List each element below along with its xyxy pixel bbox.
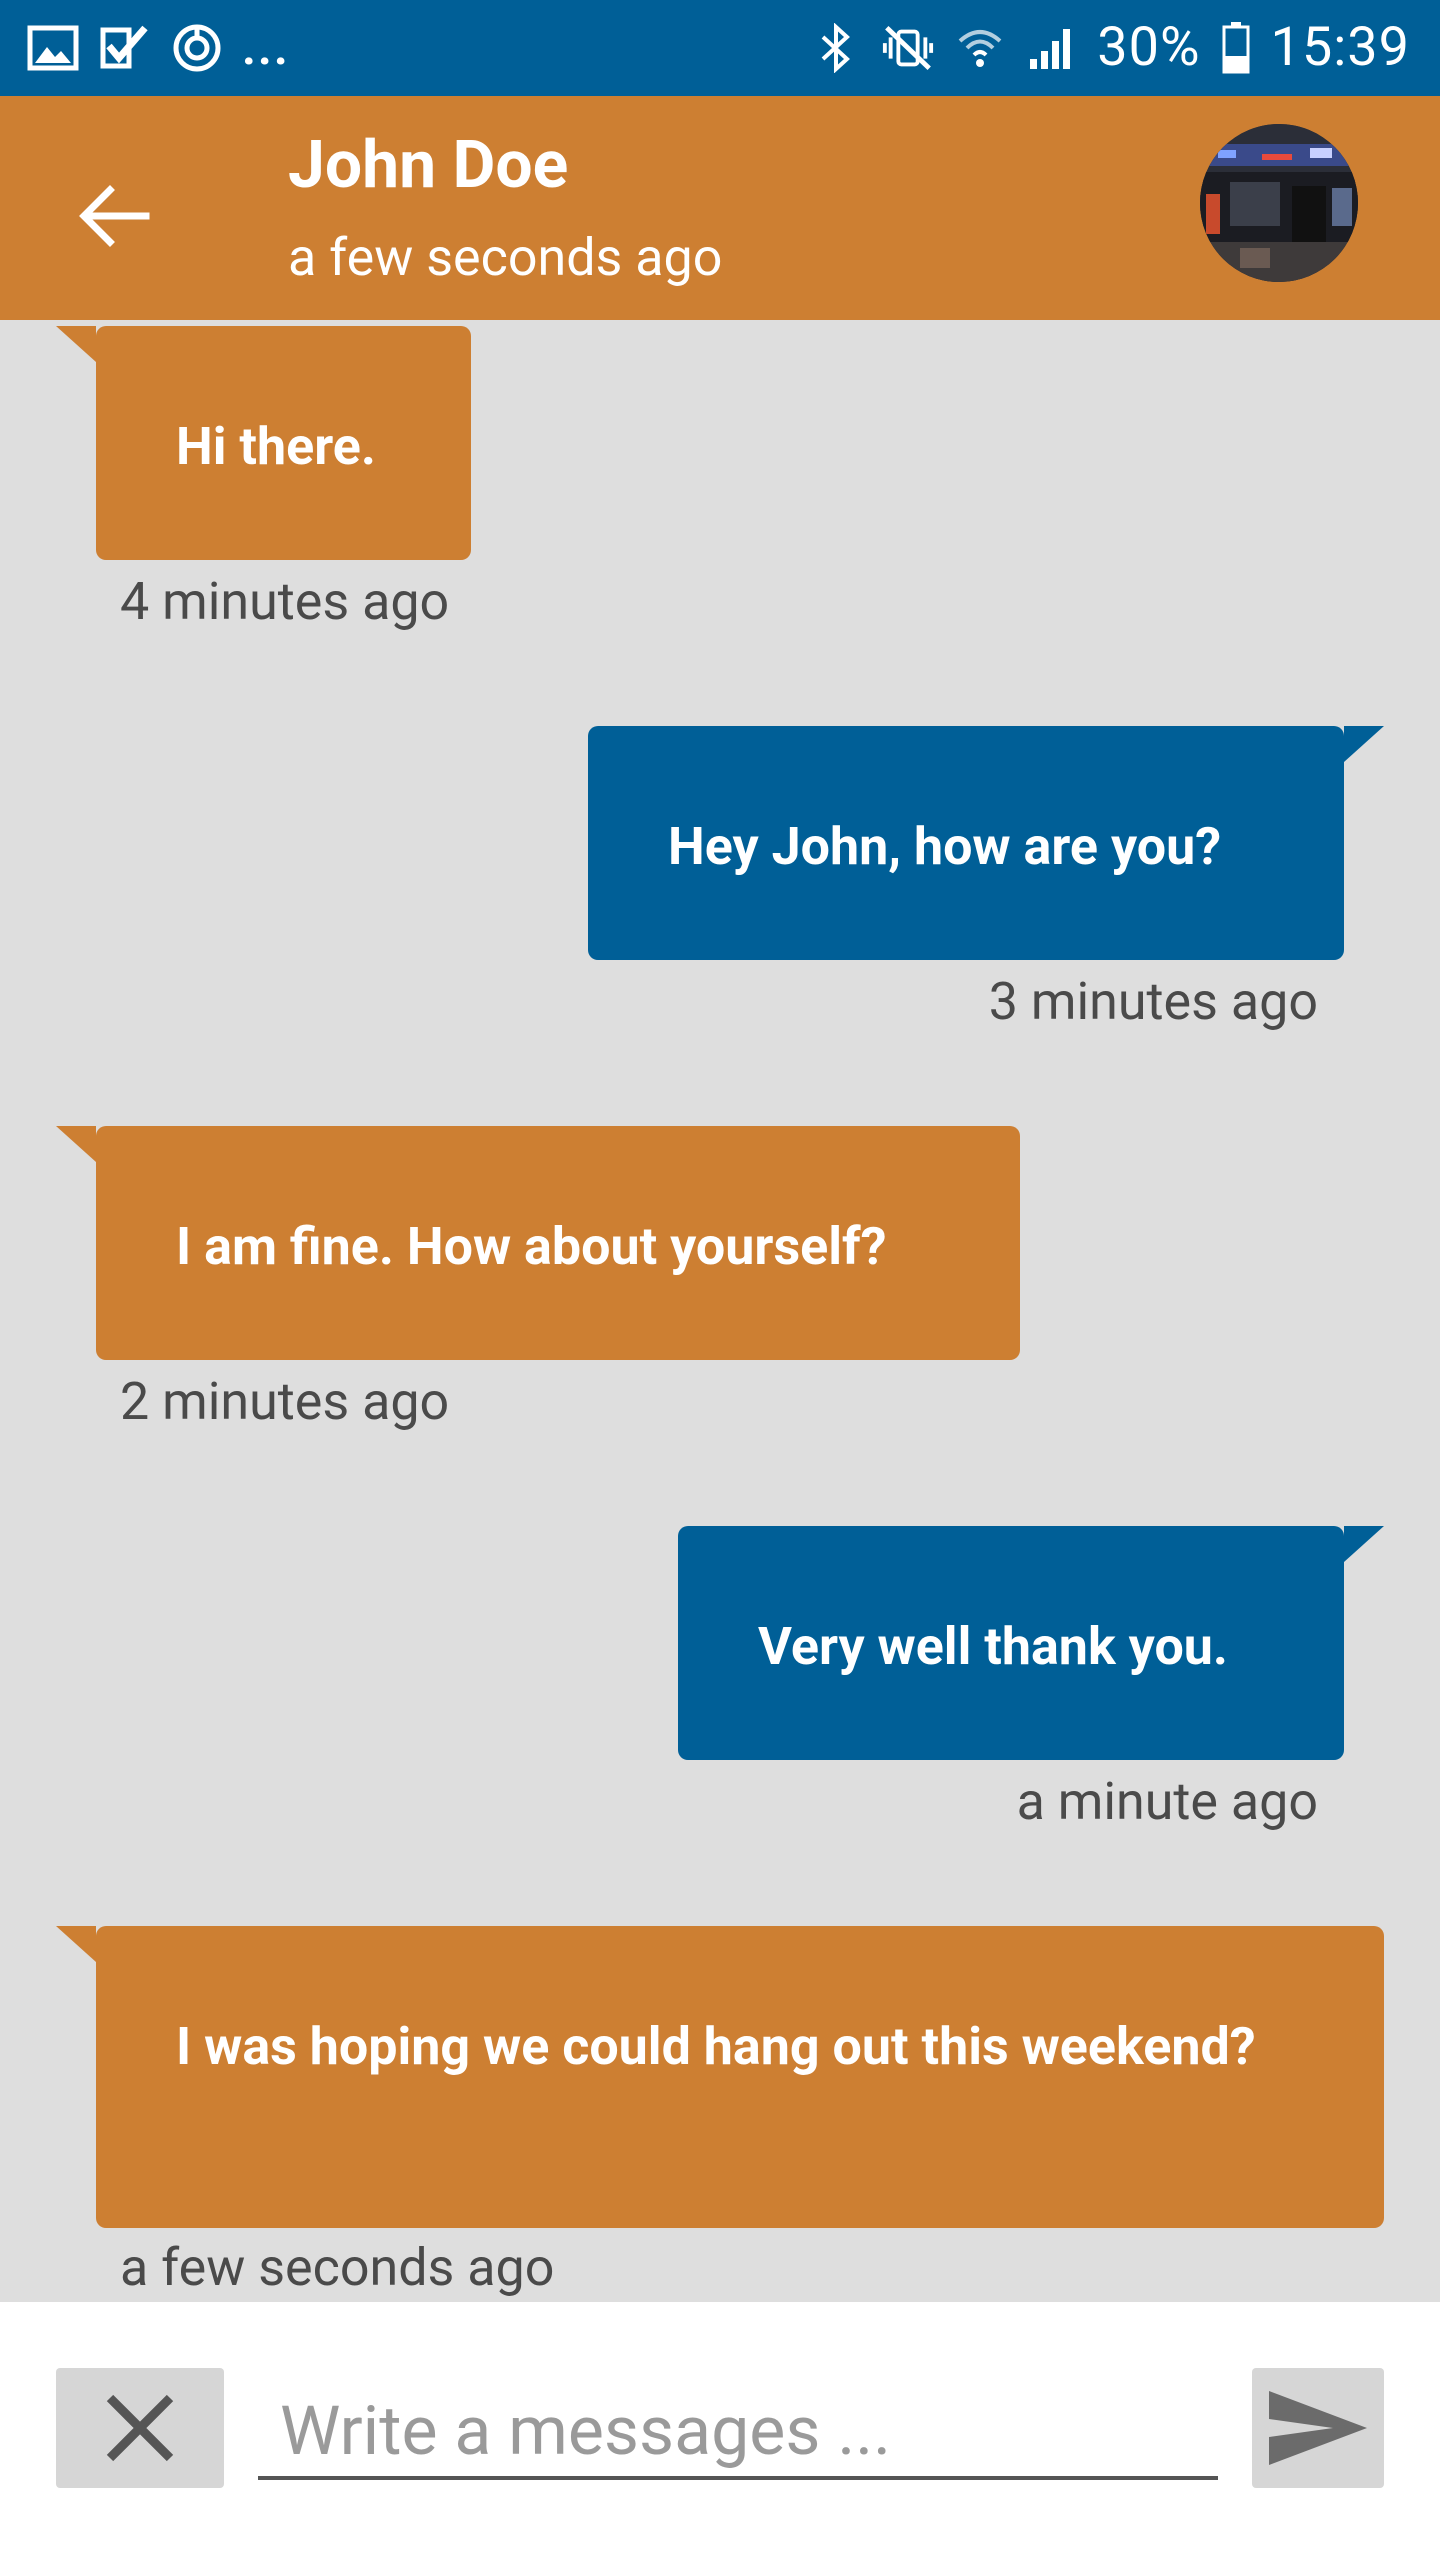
- message-text: I am fine. How about yourself?: [176, 1216, 887, 1277]
- bubble-tail: [1344, 726, 1384, 762]
- message-bubble-incoming[interactable]: I was hoping we could hang out this week…: [96, 1926, 1384, 2228]
- contact-last-seen: a few seconds ago: [288, 227, 723, 288]
- message-text: Very well thank you.: [758, 1616, 1229, 1677]
- message-bubble-incoming[interactable]: Hi there.: [96, 326, 471, 560]
- notification-overflow: ...: [242, 19, 290, 76]
- avatar[interactable]: [1200, 124, 1358, 282]
- message-input[interactable]: [258, 2386, 1218, 2480]
- send-icon: [1269, 2391, 1367, 2465]
- message-bubble-outgoing[interactable]: Very well thank you.: [678, 1526, 1344, 1760]
- arrow-left-icon: [79, 185, 150, 247]
- message-timestamp: 4 minutes ago: [120, 571, 450, 632]
- status-bar-left: ...: [26, 20, 290, 76]
- sync-icon: [170, 20, 224, 76]
- send-button[interactable]: [1252, 2368, 1384, 2488]
- bubble-tail: [56, 326, 96, 362]
- battery-icon: [1219, 20, 1253, 76]
- signal-icon: [1025, 20, 1079, 76]
- message-timestamp: 2 minutes ago: [120, 1371, 450, 1432]
- clear-button[interactable]: [56, 2368, 224, 2488]
- battery-percent: 30%: [1097, 16, 1201, 79]
- message-bubble-incoming[interactable]: I am fine. How about yourself?: [96, 1126, 1020, 1360]
- bubble-tail: [56, 1126, 96, 1162]
- vibrate-mute-icon: [881, 20, 935, 76]
- message-text: Hey John, how are you?: [668, 816, 1222, 877]
- message-text: Hi there.: [176, 416, 376, 477]
- chat-header: John Doe a few seconds ago: [0, 96, 1440, 320]
- message-text: I was hoping we could hang out this week…: [176, 2016, 1256, 2077]
- message-timestamp: a minute ago: [1016, 1771, 1318, 1832]
- clock: 15:39: [1270, 16, 1410, 79]
- status-bar-right: 30% 15:39: [809, 12, 1410, 84]
- bluetooth-icon: [809, 20, 863, 76]
- contact-name: John Doe: [288, 127, 569, 204]
- message-bubble-outgoing[interactable]: Hey John, how are you?: [588, 726, 1344, 960]
- message-timestamp: a few seconds ago: [120, 2237, 555, 2298]
- checkbox-icon: [98, 20, 152, 76]
- image-icon: [26, 20, 80, 76]
- message-timestamp: 3 minutes ago: [988, 971, 1318, 1032]
- status-bar: ... 30% 15:39: [0, 0, 1440, 96]
- wifi-icon: [953, 20, 1007, 76]
- bubble-tail: [1344, 1526, 1384, 1562]
- bubble-tail: [56, 1926, 96, 1962]
- close-icon: [106, 2394, 174, 2462]
- back-button[interactable]: [64, 166, 164, 266]
- message-composer: [0, 2302, 1440, 2560]
